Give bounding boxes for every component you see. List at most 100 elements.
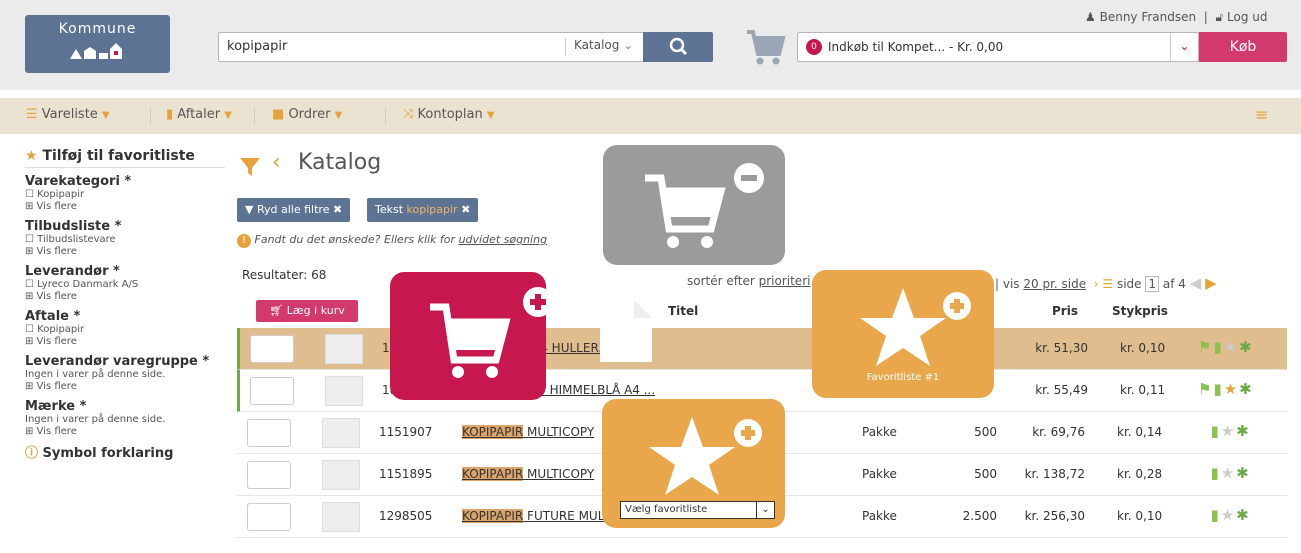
page-input[interactable]: 1 [1145, 276, 1160, 292]
quantity-input[interactable] [247, 503, 291, 531]
document-icon[interactable]: ▮ [1213, 338, 1223, 356]
search-button[interactable] [643, 32, 713, 62]
quantity-input[interactable] [250, 335, 294, 363]
filter-option[interactable]: Ingen i varer på denne side. [25, 369, 225, 381]
buy-button[interactable]: Køb [1199, 32, 1287, 62]
list-icon: ☰ [26, 107, 38, 122]
asterisk-icon[interactable]: ✱ [1239, 380, 1254, 398]
filter-option[interactable]: ⊞ Vis flere [25, 201, 225, 213]
filter-option[interactable]: ⊞ Vis flere [25, 381, 225, 393]
search-icon [669, 37, 688, 56]
page-size-link[interactable]: 20 pr. side [1023, 277, 1086, 291]
filter-sidebar: ★ Tilføj til favoritliste Varekategori *… [25, 148, 225, 461]
logout-link[interactable]: Log ud [1227, 10, 1267, 24]
star-icon[interactable]: ★ [1221, 422, 1236, 440]
add-favorite-title[interactable]: ★ Tilføj til favoritliste [25, 148, 225, 168]
document-icon: ▮ [166, 107, 174, 122]
asterisk-icon[interactable]: ✱ [1236, 506, 1251, 524]
choose-favorite-overlay[interactable]: Vælg favoritliste ⌄ [602, 399, 785, 528]
price: kr. 55,49 [1035, 383, 1088, 397]
quantity-input[interactable] [247, 419, 291, 447]
back-chevron-icon[interactable]: ‹ [272, 150, 281, 175]
nav-ordrer[interactable]: ■ Ordrer ▼ [272, 107, 342, 122]
star-icon[interactable]: ★ [1224, 380, 1239, 398]
filter-icon[interactable] [238, 155, 262, 179]
price: kr. 256,30 [1024, 509, 1085, 523]
product-title-link[interactable]: KOPIPAPIR MULTICOPY [462, 467, 594, 481]
star-plus-icon [860, 288, 971, 366]
clear-filters-chip[interactable]: ▼ Ryd alle filtre ✖ [237, 198, 351, 222]
chevron-down-icon[interactable]: ⌄ [1170, 33, 1198, 61]
search-hint: ! Fandt du det ønskede? Ellers klik for … [237, 233, 547, 248]
quantity-input[interactable] [247, 461, 291, 489]
col-price[interactable]: Pris [1052, 304, 1078, 318]
add-to-cart-button[interactable]: 🛒︎ Læg i kurv [256, 300, 358, 322]
document-icon[interactable]: ▮ [1213, 380, 1223, 398]
sort-link[interactable]: prioriteri [759, 274, 811, 288]
add-to-cart-overlay[interactable] [390, 272, 546, 400]
asterisk-icon[interactable]: ✱ [1236, 422, 1251, 440]
filter-option[interactable]: ⊞ Vis flere [25, 291, 225, 303]
document-icon[interactable]: ▮ [1210, 464, 1220, 482]
nav-kontoplan[interactable]: ⤨ Kontoplan ▼ [403, 107, 495, 122]
asterisk-icon[interactable]: ✱ [1239, 338, 1254, 356]
search-scope-select[interactable]: Katalog ⌄ [565, 38, 643, 56]
flag-icon[interactable]: ⚑ [1198, 338, 1213, 356]
filter-option[interactable]: ☐ Lyreco Danmark A/S [25, 279, 225, 291]
document-icon[interactable]: ▮ [1210, 506, 1220, 524]
logo[interactable]: Kommune [25, 15, 170, 73]
star-icon[interactable]: ★ [1221, 506, 1236, 524]
product-image[interactable] [322, 460, 360, 490]
prev-page-icon[interactable]: ◀ [1190, 274, 1202, 292]
document-icon[interactable]: ▮ [1210, 422, 1220, 440]
next-page-icon[interactable]: ▶ [1205, 274, 1217, 292]
user-name[interactable]: Benny Frandsen [1100, 10, 1197, 24]
product-image[interactable] [325, 334, 363, 364]
sort-control: sortér efter prioriteri [687, 274, 811, 288]
filter-section-title: Aftale * [25, 309, 81, 324]
menu-icon[interactable]: ≡ [1255, 105, 1268, 124]
filter-option[interactable]: ⊞ Vis flere [25, 426, 225, 438]
search-input[interactable] [227, 39, 557, 54]
filter-section-title: Tilbudsliste * [25, 219, 122, 234]
flag-icon[interactable]: ⚑ [1198, 380, 1213, 398]
cart-icon[interactable] [745, 26, 787, 68]
divider [150, 107, 151, 125]
filter-section-title: Mærke * [25, 399, 87, 414]
product-image[interactable] [325, 376, 363, 406]
cart-select[interactable]: 0 Indkøb til Kompet... - Kr. 0,00 ⌄ [797, 32, 1199, 62]
document-icon[interactable] [600, 300, 652, 362]
filter-option[interactable]: Ingen i varer på denne side. [25, 414, 225, 426]
text-filter-chip[interactable]: Tekst kopipapir ✖ [367, 198, 479, 222]
star-plus-icon [649, 417, 762, 495]
filter-option[interactable]: ⊞ Vis flere [25, 336, 225, 348]
symbol-legend-title[interactable]: ⓘ Symbol forklaring [25, 442, 225, 461]
remove-from-cart-overlay[interactable] [603, 145, 785, 265]
product-title-link[interactable]: KOPIPAPIR MULTICOPY [462, 425, 594, 439]
search-box: Katalog ⌄ [218, 32, 713, 62]
filter-option[interactable]: ⊞ Vis flere [25, 246, 225, 258]
col-unit-price[interactable]: Stykpris [1112, 304, 1168, 318]
asterisk-icon[interactable]: ✱ [1236, 464, 1251, 482]
star-icon[interactable]: ★ [1224, 338, 1239, 356]
filter-option[interactable]: ☐ Tilbudslistevare [25, 234, 225, 246]
unit: Pakke [862, 509, 897, 523]
nav-vareliste[interactable]: ☰ Vareliste ▼ [26, 107, 110, 122]
list-icon[interactable]: › ☰ [1090, 277, 1113, 291]
logout-icon: 🔓︎ [1215, 10, 1224, 24]
filter-section-title: Leverandør varegruppe * [25, 354, 210, 369]
col-title[interactable]: Titel [668, 304, 698, 318]
star-icon[interactable]: ★ [1221, 464, 1236, 482]
filter-option[interactable]: ☐ Kopipapir [25, 324, 225, 336]
filter-option[interactable]: ☐ Kopipapir [25, 189, 225, 201]
product-image[interactable] [322, 418, 360, 448]
quantity-input[interactable] [250, 377, 294, 405]
product-image[interactable] [322, 502, 360, 532]
logo-houses-icon [69, 43, 122, 59]
row-actions: ⚑▮★✱ [1198, 338, 1254, 356]
extended-search-link[interactable]: udvidet søgning [459, 233, 548, 246]
nav-aftaler[interactable]: ▮ Aftaler ▼ [166, 107, 232, 122]
favorite-list-overlay[interactable]: Favoritliste #1 [812, 270, 994, 398]
favorite-select[interactable]: Vælg favoritliste ⌄ [620, 501, 775, 519]
product-number: 1298505 [379, 509, 433, 523]
